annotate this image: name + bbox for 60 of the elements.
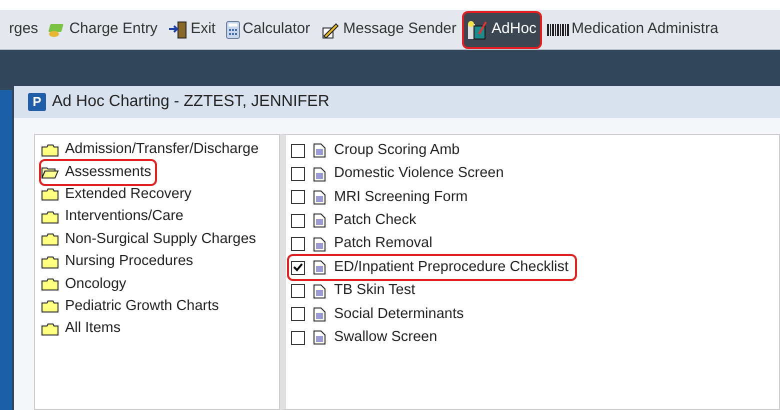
document-icon [313, 236, 326, 252]
form-item[interactable]: Social Determinants [289, 302, 470, 326]
form-item[interactable]: Patch Removal [289, 232, 438, 256]
document-icon [313, 306, 326, 322]
folder-item[interactable]: Non-Surgical Supply Charges [41, 228, 260, 251]
checkbox[interactable] [291, 214, 305, 228]
form-item[interactable]: Swallow Screen [289, 326, 444, 350]
checkbox[interactable] [291, 237, 305, 252]
door-icon [168, 20, 188, 38]
form-item[interactable]: Patch Check [289, 209, 422, 233]
folder-item[interactable]: Nursing Procedures [41, 250, 198, 274]
toolbar-button[interactable]: AdHoc [464, 12, 540, 46]
folder-icon [41, 188, 59, 202]
folder-item[interactable]: Oncology [41, 273, 130, 296]
checkbox[interactable] [291, 307, 305, 322]
checkbox[interactable] [291, 190, 305, 204]
folder-icon [41, 322, 59, 336]
checkbox[interactable] [291, 330, 305, 345]
document-icon [313, 166, 326, 182]
toolbar-button[interactable]: Message Sender [317, 12, 460, 46]
folder-icon [41, 144, 59, 157]
barcode-icon [546, 24, 569, 36]
document-icon [313, 284, 326, 299]
form-item[interactable]: TB Skin Test [289, 279, 422, 303]
app-logo-icon: P [28, 93, 46, 111]
toolbar-button[interactable]: rges [6, 12, 42, 46]
folder-icon [41, 210, 59, 224]
dialog-title: Ad Hoc Charting - ZZTEST, JENNIFER [52, 92, 330, 112]
folder-item[interactable]: Admission/Transfer/Discharge [41, 139, 263, 162]
toolbar-button[interactable]: Medication Administra [544, 12, 722, 46]
checkbox[interactable] [291, 144, 305, 158]
calculator-icon [226, 20, 240, 38]
toolbar-button[interactable]: Charge Entry [45, 12, 161, 46]
document-icon [313, 190, 326, 205]
folder-item[interactable]: Pediatric Growth Charts [41, 296, 223, 318]
document-icon [313, 213, 326, 228]
document-icon [313, 143, 326, 158]
check-icon [293, 263, 303, 272]
folder-item[interactable]: Assessments [41, 161, 156, 184]
document-icon [313, 330, 326, 346]
checkbox[interactable] [291, 167, 305, 182]
folder-item[interactable]: Interventions/Care [41, 206, 188, 229]
folder-item[interactable]: Extended Recovery [41, 184, 196, 206]
form-item[interactable]: Domestic Violence Screen [289, 162, 510, 186]
clipboard-icon [466, 20, 489, 40]
pen-icon [320, 20, 340, 38]
folder-icon [41, 300, 59, 314]
checkbox[interactable] [291, 260, 305, 275]
folder-item[interactable]: All Items [41, 318, 125, 341]
folder-icon [41, 278, 59, 292]
checkbox[interactable] [291, 284, 305, 298]
open-folder-icon [41, 166, 59, 180]
toolbar-button[interactable]: Exit [164, 12, 219, 46]
folder-icon [41, 233, 59, 246]
form-item[interactable]: ED/Inpatient Preprocedure Checklist [289, 256, 575, 280]
toolbar-button[interactable]: Calculator [222, 12, 314, 46]
folder-icon [41, 256, 59, 269]
form-item[interactable]: Croup Scoring Amb [289, 139, 466, 162]
form-item[interactable]: MRI Screening Form [289, 186, 474, 210]
document-icon [313, 260, 326, 276]
